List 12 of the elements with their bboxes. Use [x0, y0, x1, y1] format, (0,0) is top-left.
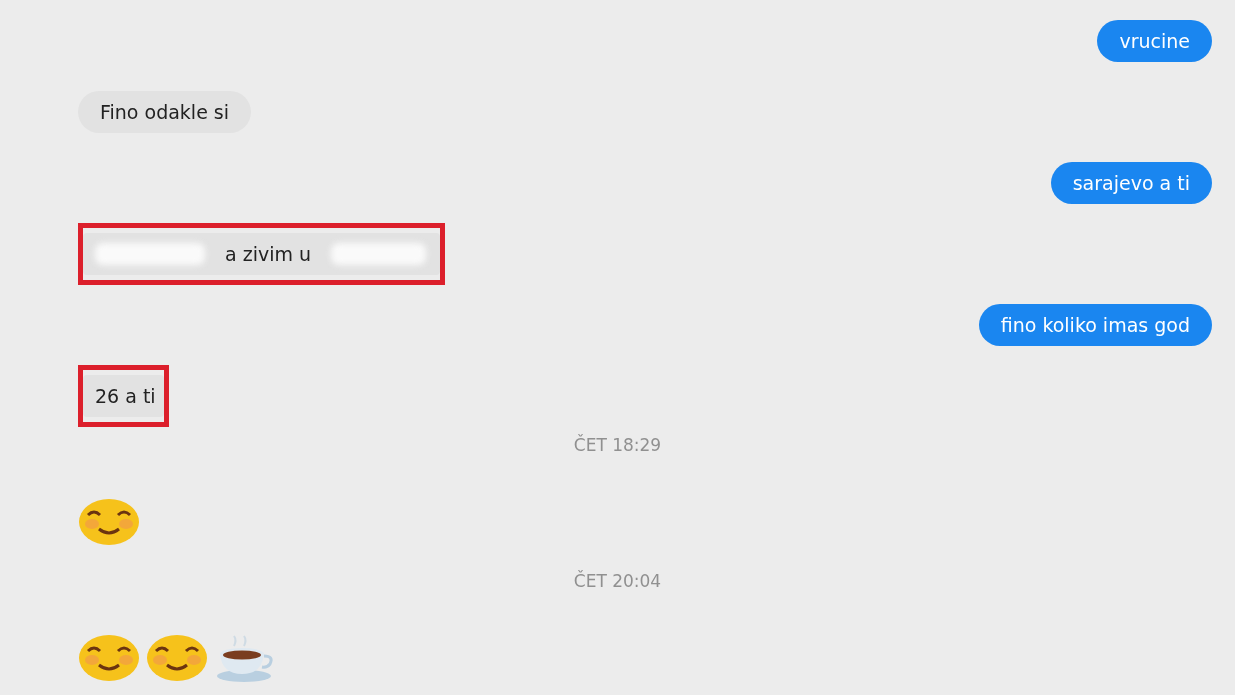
message-text: sarajevo a ti [1072, 171, 1190, 196]
message-text: fino koliko imas god [1000, 313, 1190, 338]
coffee-cup-icon [214, 634, 276, 684]
message-text: 26 a ti [95, 384, 156, 409]
message-text: a zivim u [225, 242, 312, 267]
timestamp: ČET 20:04 [573, 569, 662, 593]
smiling-face-icon [146, 634, 208, 682]
smiling-face-icon [78, 634, 140, 682]
message-text: Fino odakle si [100, 100, 230, 125]
message-text: vrucine [1119, 29, 1190, 54]
smiling-face-icon [78, 498, 140, 546]
timestamp: ČET 18:29 [573, 433, 662, 457]
